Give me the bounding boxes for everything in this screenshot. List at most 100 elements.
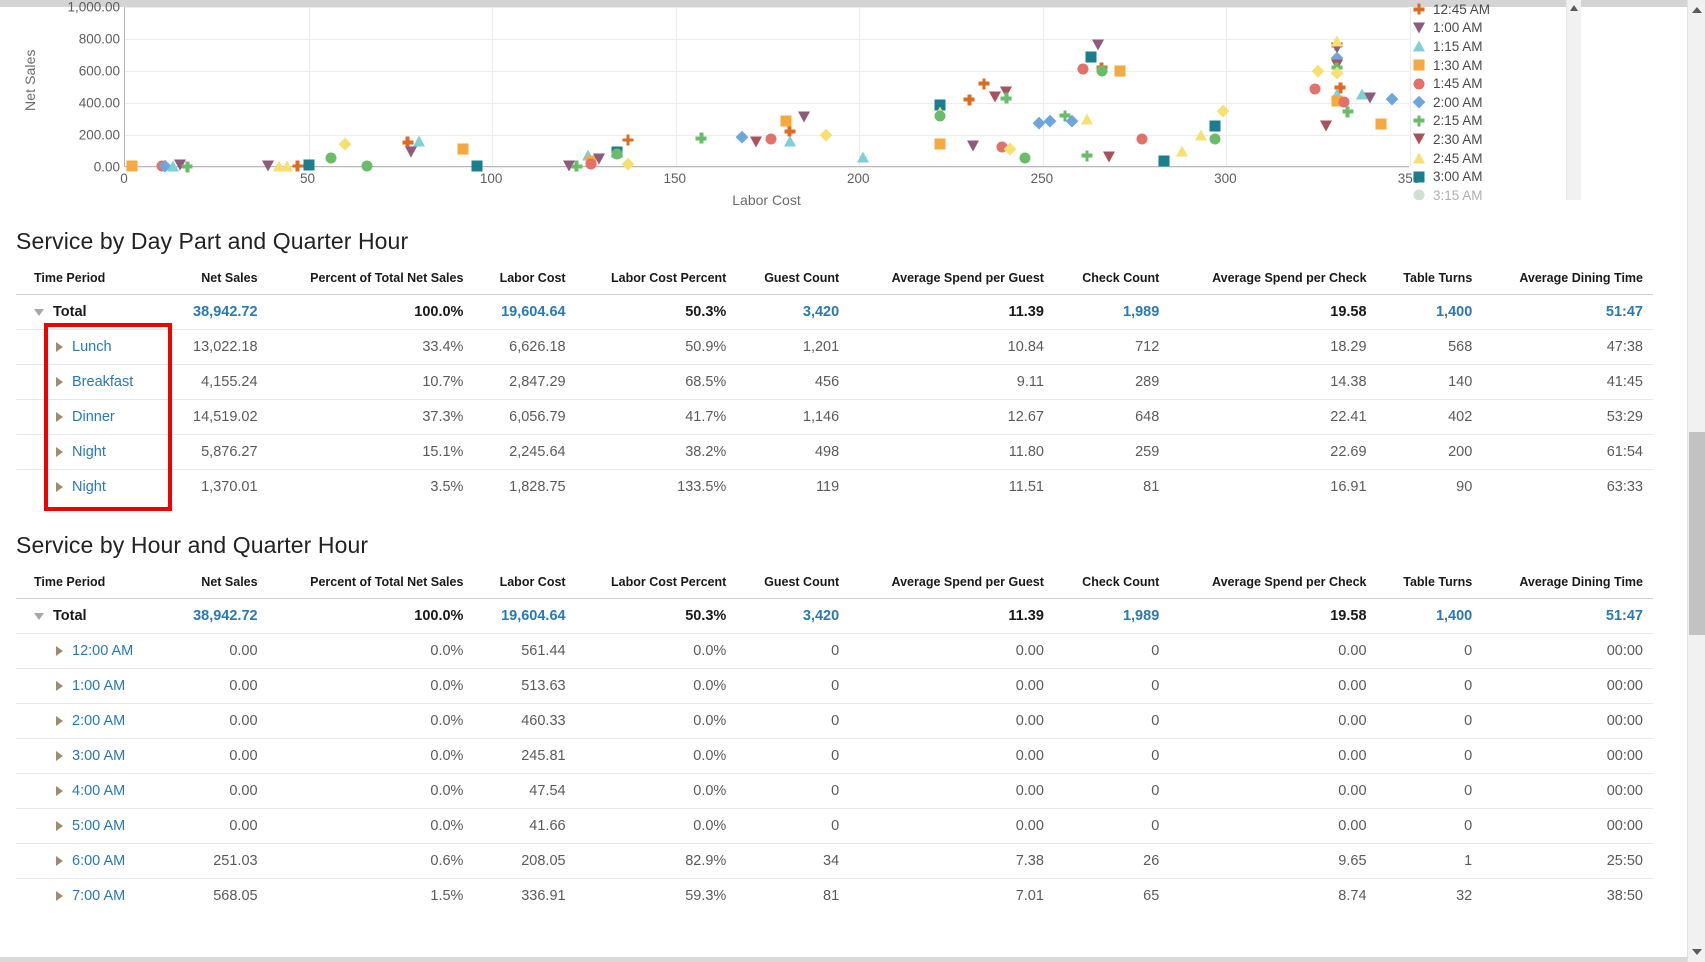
time-period-label[interactable]: 4:00 AM — [72, 783, 125, 799]
legend-item[interactable]: 2:30 AM — [1412, 130, 1562, 149]
column-header[interactable]: Labor Cost Percent — [576, 265, 737, 295]
page-scrollbar[interactable] — [1687, 0, 1705, 962]
time-period-label[interactable]: 7:00 AM — [72, 888, 125, 904]
collapse-caret-icon[interactable] — [34, 612, 44, 620]
time-period-label[interactable]: Total — [53, 608, 87, 624]
table-row[interactable]: Lunch 13,022.18 33.4% 6,626.18 50.9% 1,201 10.… — [16, 329, 1653, 365]
table-row[interactable]: Total 38,942.72 100.0% 19,604.64 50.3% 3,420 1… — [16, 294, 1653, 330]
chart-point-triangle-down[interactable] — [798, 111, 811, 123]
chart-point-triangle-down[interactable] — [989, 91, 1002, 103]
chart-point-square[interactable] — [1209, 120, 1221, 132]
time-period-cell[interactable]: Night — [16, 469, 168, 504]
chart-point-diamond[interactable] — [1043, 114, 1057, 127]
chart-point-plus[interactable] — [1413, 115, 1425, 127]
column-header[interactable]: Guest Count — [736, 569, 849, 599]
chart-point-square[interactable] — [457, 143, 469, 155]
time-period-label[interactable]: Total — [53, 304, 87, 320]
column-header[interactable]: Average Spend per Check — [1169, 569, 1376, 599]
chart-point-triangle-up[interactable] — [856, 151, 869, 163]
expand-caret-icon[interactable] — [56, 716, 63, 726]
chart-point-circle[interactable] — [1413, 78, 1425, 90]
chart-point-plus[interactable] — [695, 132, 707, 144]
legend-item[interactable]: 3:15 AM — [1412, 186, 1562, 200]
chart-point-circle[interactable] — [934, 110, 946, 122]
chart-point-circle[interactable] — [1136, 133, 1148, 145]
column-header[interactable]: Net Sales — [167, 569, 267, 599]
chart-point-triangle-up[interactable] — [412, 135, 425, 147]
time-period-cell[interactable]: 2:00 AM — [16, 703, 168, 739]
column-header[interactable]: Time Period — [16, 569, 167, 599]
chart-point-plus[interactable] — [1081, 150, 1093, 162]
table-row[interactable]: Dinner 14,519.02 37.3% 6,056.79 41.7% 1,146 12… — [16, 399, 1653, 435]
chart-point-square[interactable] — [934, 138, 946, 150]
column-header[interactable]: Table Turns — [1377, 265, 1483, 295]
table-row[interactable]: 3:00 AM 0.00 0.0% 245.81 0.0% 0 0.00 0 0.00 0 00:0… — [16, 738, 1653, 774]
chart-point-triangle-up[interactable] — [1176, 145, 1189, 157]
time-period-label[interactable]: Lunch — [72, 339, 112, 355]
column-header[interactable]: Average Dining Time — [1482, 265, 1653, 295]
chart-point-circle[interactable] — [765, 133, 777, 145]
chart-point-triangle-down[interactable] — [1102, 151, 1115, 163]
expand-caret-icon[interactable] — [56, 681, 63, 691]
time-period-cell[interactable]: Dinner — [16, 399, 168, 435]
table-row[interactable]: 7:00 AM 568.05 1.5% 336.91 59.3% 81 7.01 65 8.74… — [16, 878, 1653, 913]
chart-point-triangle-down[interactable] — [1319, 120, 1332, 132]
expand-caret-icon[interactable] — [56, 891, 63, 901]
chart-point-triangle-down[interactable] — [1091, 39, 1104, 51]
chart-legend[interactable]: 12:45 AM 1:00 AM 1:15 AM 1:30 AM 1:45 AM 2:00… — [1412, 0, 1562, 200]
expand-caret-icon[interactable] — [56, 856, 63, 866]
table-row[interactable]: 4:00 AM 0.00 0.0% 47.54 0.0% 0 0.00 0 0.00 0 00:00 — [16, 773, 1653, 809]
table-row[interactable]: Breakfast 4,155.24 10.7% 2,847.29 68.5% 456 9.… — [16, 364, 1653, 400]
legend-item[interactable]: 2:15 AM — [1412, 112, 1562, 131]
time-period-label[interactable]: 5:00 AM — [72, 818, 125, 834]
legend-item[interactable]: 1:00 AM — [1412, 19, 1562, 38]
time-period-label[interactable]: Night — [72, 444, 106, 460]
chart-point-diamond[interactable] — [1412, 96, 1426, 109]
column-header[interactable]: Average Spend per Guest — [849, 265, 1054, 295]
legend-item[interactable]: 3:00 AM — [1412, 167, 1562, 186]
time-period-cell[interactable]: 3:00 AM — [16, 738, 168, 774]
legend-scrollbar[interactable] — [1566, 0, 1581, 200]
chart-point-square[interactable] — [780, 115, 792, 127]
legend-item[interactable]: 12:45 AM — [1412, 0, 1562, 19]
chart-point-triangle-down[interactable] — [592, 153, 605, 165]
time-period-cell[interactable]: 1:00 AM — [16, 668, 168, 704]
expand-caret-icon[interactable] — [56, 786, 63, 796]
time-period-cell[interactable]: 5:00 AM — [16, 808, 168, 844]
expand-caret-icon[interactable] — [56, 751, 63, 761]
chart-point-circle[interactable] — [611, 148, 623, 160]
column-header[interactable]: Labor Cost Percent — [576, 569, 737, 599]
table-row[interactable]: Total 38,942.72 100.0% 19,604.64 50.3% 3,420 1… — [16, 598, 1653, 634]
legend-item[interactable]: 2:45 AM — [1412, 149, 1562, 168]
column-header[interactable]: Percent of Total Net Sales — [268, 569, 474, 599]
time-period-label[interactable]: 6:00 AM — [72, 853, 125, 869]
column-header[interactable]: Net Sales — [167, 265, 267, 295]
chart-point-triangle-up[interactable] — [280, 160, 293, 172]
legend-scroll-up-icon[interactable] — [1570, 5, 1578, 11]
expand-caret-icon[interactable] — [56, 412, 63, 422]
time-period-label[interactable]: 12:00 AM — [72, 643, 133, 659]
chart-point-plus[interactable] — [181, 161, 193, 173]
chart-point-plus[interactable] — [1000, 92, 1012, 104]
chart-point-circle[interactable] — [1096, 65, 1108, 77]
chart-point-plus[interactable] — [571, 160, 583, 172]
table-row[interactable]: 6:00 AM 251.03 0.6% 208.05 82.9% 34 7.38 26 9.65… — [16, 843, 1653, 879]
chart-point-square[interactable] — [1413, 59, 1425, 71]
time-period-cell[interactable]: Total — [16, 294, 168, 330]
chart-point-triangle-up[interactable] — [1080, 113, 1093, 125]
chart-point-circle[interactable] — [1309, 83, 1321, 95]
chart-point-circle[interactable] — [1413, 189, 1425, 200]
legend-item[interactable]: 1:30 AM — [1412, 56, 1562, 75]
chart-point-plus[interactable] — [963, 94, 975, 106]
chart-point-plus[interactable] — [978, 78, 990, 90]
chart-point-diamond[interactable] — [820, 128, 833, 142]
column-header[interactable]: Average Dining Time — [1482, 569, 1653, 599]
scroll-up-icon[interactable] — [1692, 7, 1702, 13]
expand-caret-icon[interactable] — [56, 646, 63, 656]
time-period-label[interactable]: Dinner — [72, 409, 115, 425]
column-header[interactable]: Labor Cost — [473, 569, 575, 599]
time-period-cell[interactable]: Total — [16, 598, 168, 634]
chart-point-diamond[interactable] — [735, 130, 749, 143]
chart-point-square[interactable] — [126, 160, 138, 172]
table-row[interactable]: 12:00 AM 0.00 0.0% 561.44 0.0% 0 0.00 0 0.00 0 00:… — [16, 633, 1653, 669]
